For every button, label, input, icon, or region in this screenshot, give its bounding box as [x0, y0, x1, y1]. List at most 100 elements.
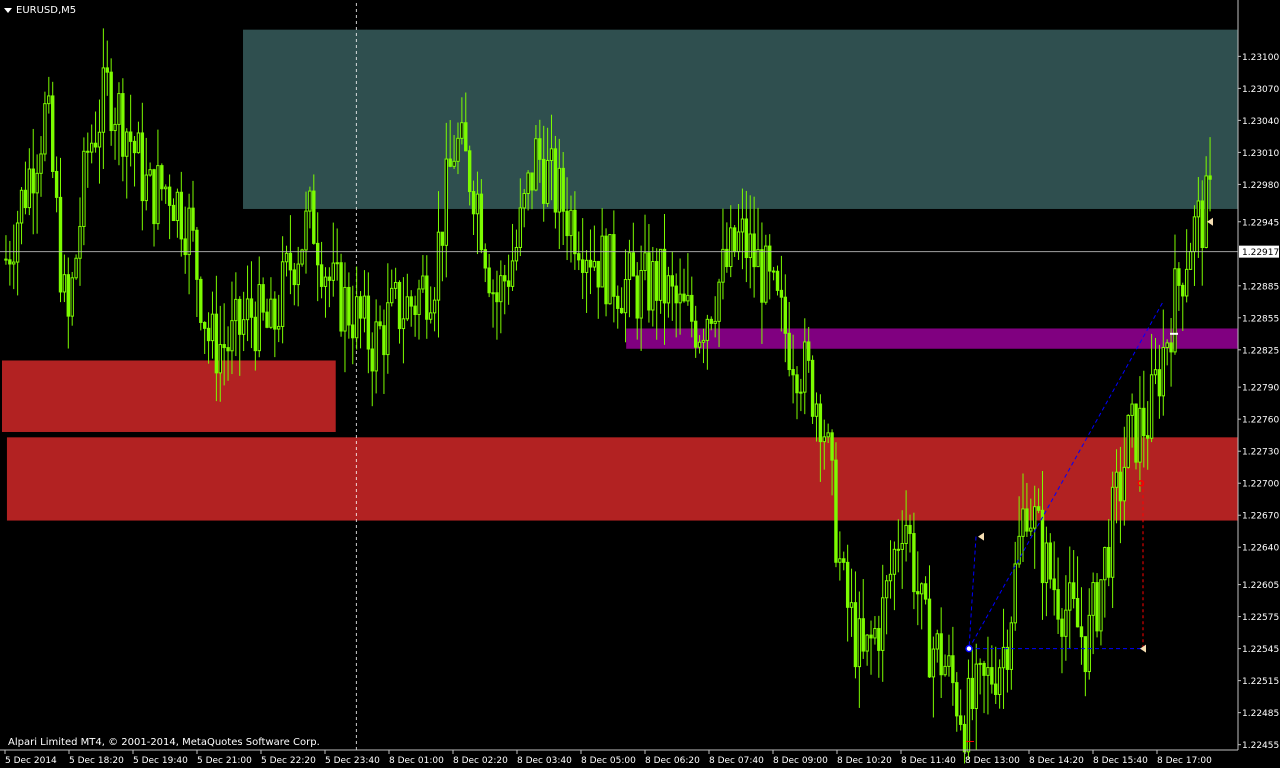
candle	[764, 234, 768, 305]
candle	[327, 267, 332, 308]
candle-body	[421, 275, 425, 290]
candle	[27, 148, 32, 216]
zone-magenta	[626, 328, 1238, 349]
candle-body	[31, 168, 35, 194]
candle	[919, 582, 924, 630]
candle-body	[66, 274, 70, 317]
x-tick-label: 5 Dec 22:20	[261, 756, 316, 766]
candle-body	[1153, 369, 1158, 376]
price-chart[interactable]: 1.23100 1.23070 1.23040 1.23010 1.22980 1.229…	[0, 0, 1280, 768]
candle-body	[943, 665, 947, 676]
candle-body	[892, 548, 897, 575]
candle-body	[853, 602, 858, 668]
candle-body	[179, 191, 184, 240]
candle-body	[51, 95, 55, 172]
candle-body	[253, 316, 258, 352]
candle-body	[1001, 646, 1006, 669]
candle	[1110, 471, 1115, 609]
candle-body	[884, 580, 889, 599]
candle-body	[331, 262, 335, 281]
candle-body	[974, 663, 978, 710]
candle-body	[806, 341, 811, 361]
candle	[265, 298, 269, 329]
candle-body	[939, 633, 943, 676]
candle-body	[93, 142, 98, 148]
candle	[292, 262, 297, 306]
y-tick-label: 1.22545	[1242, 645, 1279, 655]
y-tick-label: 1.22455	[1242, 741, 1279, 751]
candle-body	[888, 573, 893, 582]
candle	[779, 255, 784, 332]
candle	[31, 128, 35, 235]
candle-body	[413, 305, 417, 316]
candle	[15, 210, 20, 296]
dropdown-triangle-icon[interactable]	[4, 7, 12, 13]
candle-body	[152, 169, 156, 225]
candle	[4, 235, 8, 265]
candle	[1169, 318, 1173, 387]
candle	[70, 271, 74, 326]
candle-body	[717, 281, 721, 322]
candle-body	[561, 167, 565, 212]
candle	[43, 91, 47, 162]
candle-body	[522, 192, 526, 209]
candle-body	[97, 131, 102, 148]
y-tick-label: 1.22790	[1242, 384, 1279, 394]
candle	[62, 254, 67, 303]
candle-body	[1130, 403, 1134, 416]
candle-body	[230, 320, 234, 352]
candle	[136, 121, 141, 154]
candle-body	[822, 436, 826, 443]
candle	[58, 157, 63, 303]
candle-body	[1149, 374, 1154, 439]
candle-body	[857, 618, 862, 668]
candle-body	[304, 210, 308, 251]
candle	[834, 442, 838, 568]
candle	[366, 272, 371, 374]
candle-body	[678, 293, 682, 304]
candle-body	[121, 93, 125, 157]
candle	[931, 636, 936, 718]
candle	[881, 564, 885, 682]
candle-body	[1099, 579, 1103, 632]
candle	[997, 659, 1002, 709]
candle-body	[471, 191, 476, 215]
candle-body	[814, 403, 819, 417]
candle-body	[1165, 342, 1169, 349]
candle	[1095, 573, 1099, 638]
candle	[1060, 608, 1064, 674]
candle-body	[436, 231, 441, 301]
candle-body	[962, 723, 967, 753]
x-tick-label: 5 Dec 2014	[5, 756, 57, 766]
candle	[651, 246, 655, 327]
candle-body	[705, 318, 710, 341]
candle	[253, 301, 258, 371]
candle	[82, 137, 86, 246]
x-tick-label: 8 Dec 13:00	[965, 756, 1020, 766]
candle-body	[8, 259, 12, 265]
candle	[144, 137, 148, 211]
candle-body	[499, 275, 503, 303]
candle	[799, 378, 803, 412]
candle	[109, 58, 113, 146]
candle	[160, 163, 164, 201]
symbol-header[interactable]: EURUSD,M5	[4, 3, 76, 17]
candle-body	[752, 233, 756, 268]
candle	[191, 180, 195, 242]
candle-body	[27, 168, 32, 209]
candle-body	[775, 270, 780, 291]
candle	[101, 28, 106, 169]
candle	[1107, 518, 1111, 587]
candle	[1044, 526, 1049, 617]
candle-body	[125, 131, 129, 157]
y-tick-label: 1.22640	[1242, 544, 1279, 554]
candle	[113, 107, 117, 160]
candle-body	[709, 318, 713, 324]
candle-body	[682, 293, 686, 302]
candle-body	[514, 246, 519, 262]
candle-body	[612, 234, 616, 297]
candle-body	[308, 190, 312, 212]
candle	[619, 287, 624, 314]
candle-body	[1188, 251, 1193, 270]
candle-body	[580, 259, 585, 273]
